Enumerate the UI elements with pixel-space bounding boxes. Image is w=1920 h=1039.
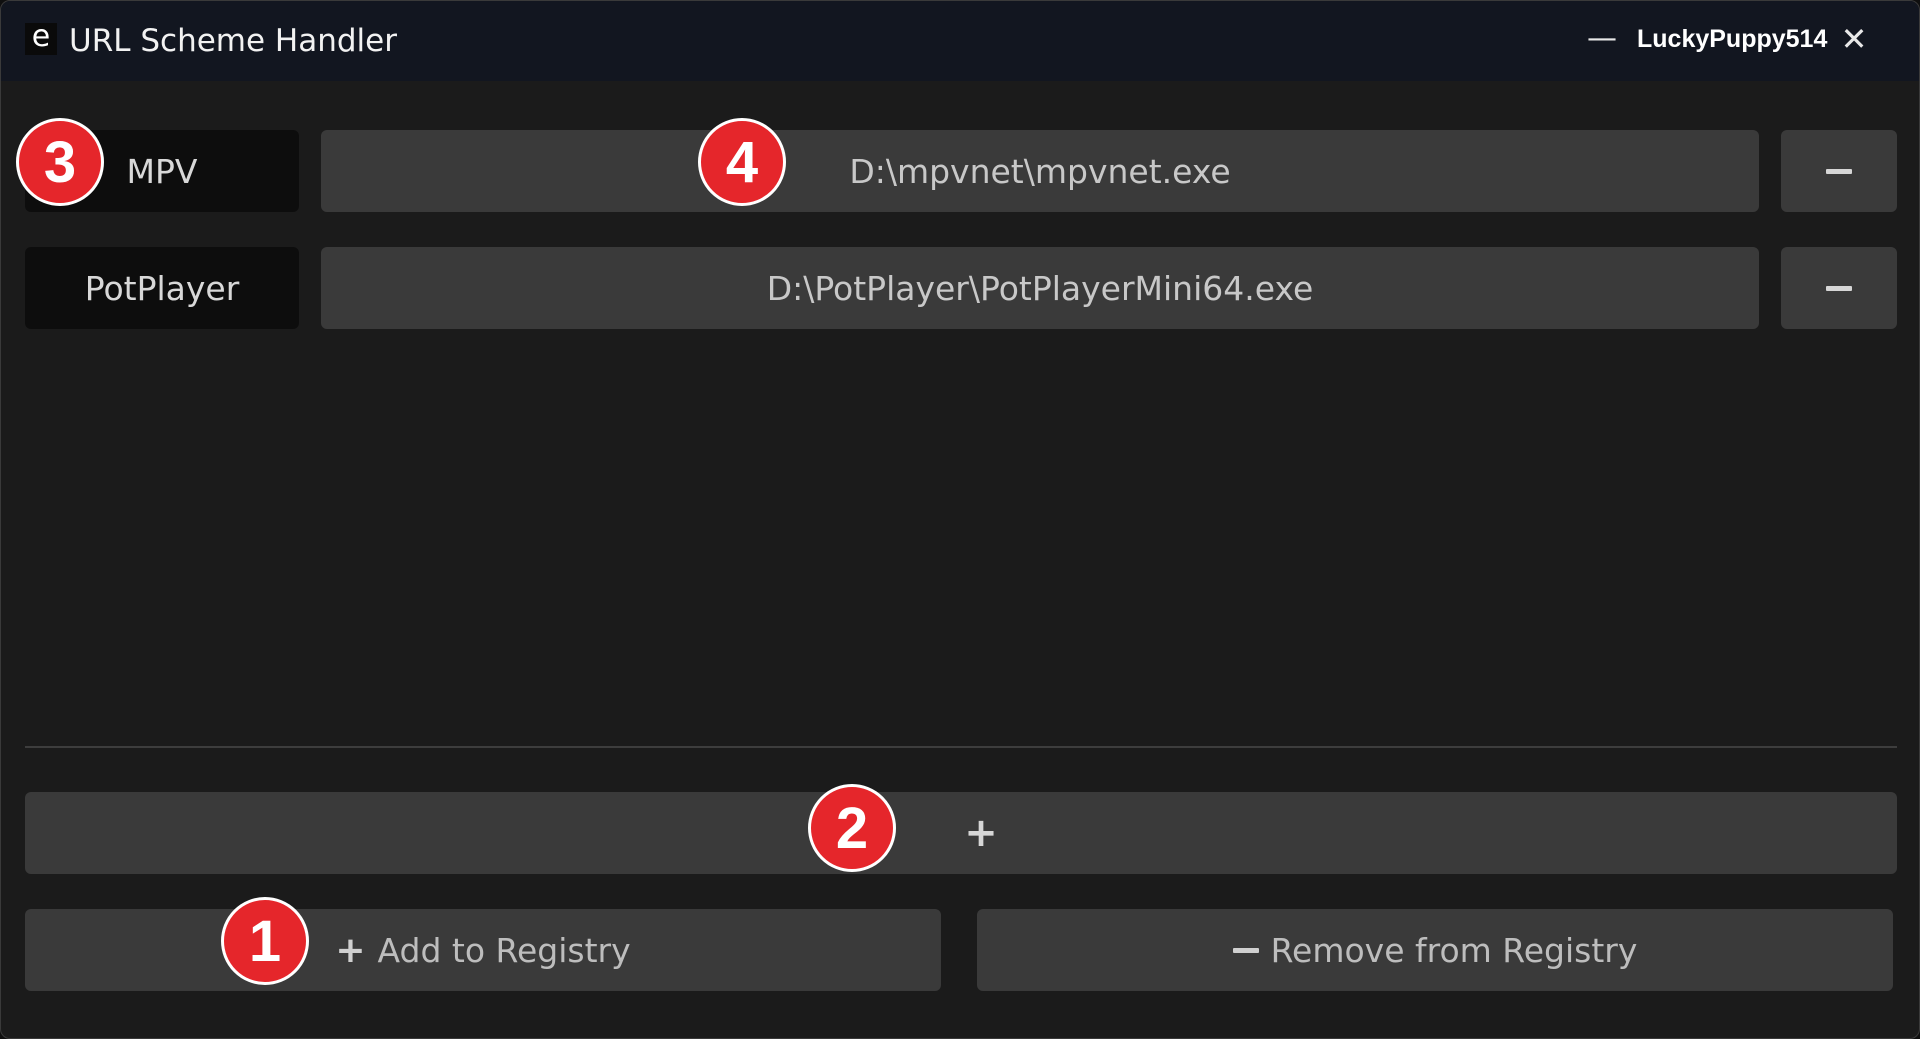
minimize-button[interactable]: — [1587, 19, 1617, 59]
annotation-badge-4: 4 [698, 118, 786, 206]
remove-from-registry-label: Remove from Registry [1270, 930, 1638, 970]
add-to-registry-button[interactable]: + Add to Registry [25, 909, 941, 991]
title-bar[interactable]: e URL Scheme Handler — LuckyPuppy514 ✕ [1, 1, 1919, 81]
remove-row-button-mpv[interactable] [1781, 130, 1897, 212]
scheme-path-mpv[interactable]: D:\mpvnet\mpvnet.exe [321, 130, 1759, 212]
annotation-badge-2: 2 [808, 784, 896, 872]
remove-row-button-potplayer[interactable] [1781, 247, 1897, 329]
scheme-path-potplayer[interactable]: D:\PotPlayer\PotPlayerMini64.exe [321, 247, 1759, 329]
window-title: URL Scheme Handler [69, 23, 397, 59]
app-icon: e [25, 22, 57, 55]
scheme-name-potplayer[interactable]: PotPlayer [25, 247, 299, 329]
plus-icon: + [335, 929, 366, 971]
minus-icon [1826, 285, 1852, 291]
add-to-registry-label: Add to Registry [377, 930, 631, 970]
divider [25, 746, 1897, 748]
annotation-badge-1: 1 [221, 897, 309, 985]
minus-icon [1232, 947, 1259, 953]
add-row-button[interactable]: + [25, 792, 1897, 874]
close-button[interactable]: ✕ [1839, 19, 1869, 59]
app-window: e URL Scheme Handler — LuckyPuppy514 ✕ M… [0, 0, 1920, 1039]
watermark-username: LuckyPuppy514 [1637, 25, 1828, 53]
remove-from-registry-button[interactable]: Remove from Registry [977, 909, 1893, 991]
minus-icon [1826, 168, 1852, 174]
annotation-badge-3: 3 [16, 118, 104, 206]
